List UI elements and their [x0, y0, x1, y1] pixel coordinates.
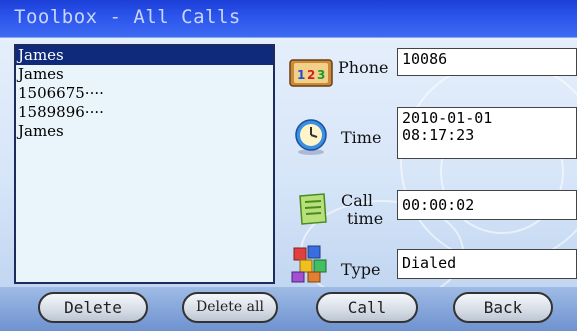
call-time-label-line2: time [347, 209, 384, 228]
svg-text:3: 3 [317, 68, 325, 82]
type-label: Type [341, 260, 381, 279]
call-time-label: Call time [341, 192, 383, 228]
call-list[interactable]: James James 1506675···· 1589896···· Jame… [14, 44, 275, 284]
time-date: 2010-01-01 [402, 109, 493, 127]
call-list-item[interactable]: 1506675···· [16, 84, 273, 103]
back-button[interactable]: Back [453, 292, 553, 323]
window-title: Toolbox - All Calls [14, 6, 241, 28]
call-list-item[interactable]: James [16, 122, 273, 141]
title-bar: Toolbox - All Calls [0, 0, 577, 38]
delete-all-button[interactable]: Delete all [182, 292, 278, 323]
type-field: Dialed [397, 249, 577, 279]
time-label: Time [341, 128, 382, 147]
phone-label: Phone [338, 58, 389, 77]
svg-text:2: 2 [307, 68, 315, 82]
svg-text:1: 1 [297, 68, 305, 82]
time-field: 2010-01-01 08:17:23 [397, 107, 577, 159]
notepad-icon [299, 193, 327, 225]
phone-field: 10086 [397, 48, 577, 76]
time-clock: 08:17:23 [402, 126, 475, 144]
phone-book-icon: 1 2 3 [289, 59, 333, 87]
screen: Toolbox - All Calls James James 1506675·… [0, 0, 577, 331]
call-time-label-line1: Call [341, 191, 374, 210]
call-list-item[interactable]: James [16, 46, 273, 65]
clock-icon [295, 119, 327, 155]
call-list-item[interactable]: James [16, 65, 273, 84]
call-button[interactable]: Call [316, 292, 418, 323]
call-time-field: 00:00:02 [397, 190, 577, 220]
call-list-item[interactable]: 1589896···· [16, 103, 273, 122]
delete-button[interactable]: Delete [38, 292, 148, 323]
blocks-icon [291, 245, 327, 283]
